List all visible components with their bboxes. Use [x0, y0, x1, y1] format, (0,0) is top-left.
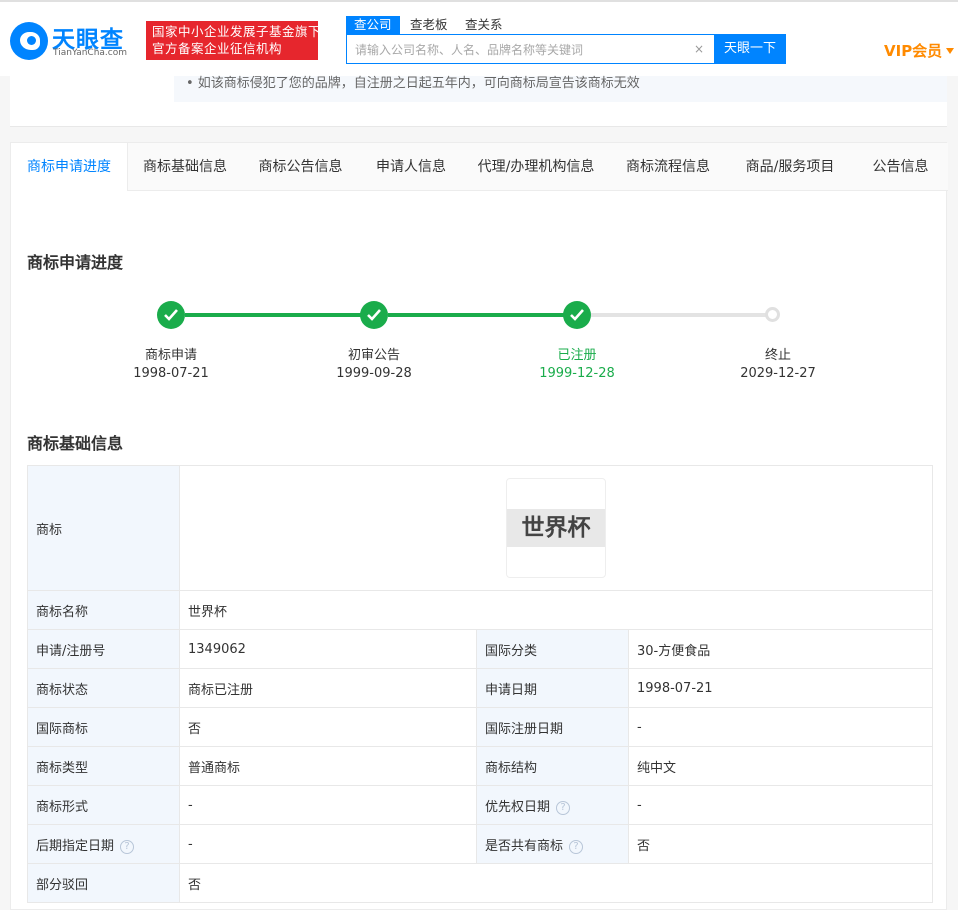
table-label: 后期指定日期 [36, 838, 115, 854]
table-label: 申请/注册号 [27, 629, 180, 669]
tab-basic-info[interactable]: 商标基础信息 [128, 143, 242, 191]
tab-process-info[interactable]: 商标流程信息 [609, 143, 727, 191]
basic-info-title: 商标基础信息 [27, 434, 124, 453]
table-value: 否 [628, 824, 933, 864]
check-icon [157, 301, 185, 329]
pending-dot-icon [765, 307, 780, 322]
search-button[interactable]: 天眼一下 [714, 34, 786, 64]
progress-track-1 [185, 313, 361, 317]
table-label: 申请日期 [476, 668, 629, 708]
table-label: 商标类型 [27, 746, 180, 786]
table-label: 部分驳回 [27, 863, 180, 903]
tab-progress[interactable]: 商标申请进度 [11, 143, 128, 191]
slogan-banner: 国家中小企业发展子基金旗下 官方备案企业征信机构 [146, 21, 322, 60]
vip-label: VIP会员 [884, 42, 943, 60]
trademark-image[interactable]: 世界杯 [506, 478, 606, 578]
caret-down-icon [946, 48, 955, 54]
table-value: 纯中文 [628, 746, 933, 786]
table-value: 否 [179, 707, 477, 747]
search-box: × [346, 34, 715, 64]
notice-card: • 如该商标侵犯了您的品牌，自注册之日起五年内，可向商标局宣告该商标无效 [10, 76, 947, 127]
top-header: 天眼查 TianYanCha.com 国家中小企业发展子基金旗下 官方备案企业征… [0, 0, 958, 76]
search-tab-company[interactable]: 查公司 [346, 16, 400, 34]
tab-notices[interactable]: 公告信息 [853, 143, 948, 191]
tab-agency-info[interactable]: 代理/办理机构信息 [463, 143, 609, 191]
table-label: 优先权日期 [485, 799, 551, 815]
table-row: 商标类型 普通商标 商标结构 纯中文 [27, 746, 933, 786]
step-label-apply: 商标申请 [144, 348, 197, 363]
logo-icon [10, 22, 48, 60]
help-icon[interactable]: ? [556, 800, 571, 815]
trademark-image-text: 世界杯 [521, 515, 591, 541]
search-tab-relation[interactable]: 查关系 [457, 16, 511, 34]
main-card: 商标申请进度 商标基础信息 商标公告信息 申请人信息 代理/办理机构信息 商标流… [10, 142, 948, 910]
section-tabs: 商标申请进度 商标基础信息 商标公告信息 申请人信息 代理/办理机构信息 商标流… [11, 143, 948, 191]
vip-menu[interactable]: VIP会员 [884, 40, 955, 61]
help-icon[interactable]: ? [569, 839, 584, 854]
step-label-registered: 已注册 [557, 348, 597, 363]
table-value: 30-方便食品 [628, 629, 933, 669]
table-row: 部分驳回 否 [27, 863, 933, 903]
table-value: 否 [179, 863, 933, 903]
progress-title: 商标申请进度 [27, 253, 124, 272]
table-row: 商标状态 商标已注册 申请日期 1998-07-21 [27, 668, 933, 708]
progress-track-3 [591, 313, 772, 317]
table-row: 商标形式 - 优先权日期? - [27, 785, 933, 825]
check-icon [563, 301, 591, 329]
table-value: 世界杯 [179, 590, 933, 630]
tab-announcement-info[interactable]: 商标公告信息 [242, 143, 359, 191]
table-value: - [628, 785, 933, 825]
step-date-termination: 2029-12-27 [740, 366, 816, 381]
step-label-preliminary: 初审公告 [347, 348, 400, 363]
tab-applicant-info[interactable]: 申请人信息 [359, 143, 463, 191]
table-label: 商标名称 [27, 590, 180, 630]
table-label-with-help: 是否共有商标? [476, 824, 629, 864]
progress-track-2 [388, 313, 564, 317]
tab-goods-services[interactable]: 商品/服务项目 [727, 143, 853, 191]
table-row: 申请/注册号 1349062 国际分类 30-方便食品 [27, 629, 933, 669]
logo-domain: TianYanCha.com [53, 48, 128, 58]
step-date-preliminary: 1999-09-28 [336, 366, 412, 381]
clear-icon[interactable]: × [694, 42, 704, 56]
table-label: 是否共有商标 [485, 838, 564, 854]
basic-info-table: 商标 世界杯 商标名称 世界杯 申请/注册号 1349062 国际分类 30-方… [27, 465, 933, 903]
table-value: - [628, 707, 933, 747]
slogan-line-2: 官方备案企业征信机构 [152, 41, 283, 56]
table-value: - [179, 785, 477, 825]
table-value: 普通商标 [179, 746, 477, 786]
check-icon [360, 301, 388, 329]
table-value: - [179, 824, 477, 864]
table-row: 商标 世界杯 [27, 465, 933, 591]
table-label: 国际分类 [476, 629, 629, 669]
help-icon[interactable]: ? [120, 839, 135, 854]
table-value: 商标已注册 [179, 668, 477, 708]
table-label: 商标结构 [476, 746, 629, 786]
table-label: 国际注册日期 [476, 707, 629, 747]
table-label: 国际商标 [27, 707, 180, 747]
progress-timeline: 商标申请 1998-07-21 初审公告 1999-09-28 已注册 1999… [11, 293, 948, 393]
table-row: 后期指定日期? - 是否共有商标? 否 [27, 824, 933, 864]
table-label-with-help: 优先权日期? [476, 785, 629, 825]
search-tab-boss[interactable]: 查老板 [402, 16, 456, 34]
table-label: 商标状态 [27, 668, 180, 708]
logo[interactable]: 天眼查 TianYanCha.com [10, 22, 135, 62]
search-input[interactable] [355, 41, 685, 59]
table-value: 1998-07-21 [628, 668, 933, 708]
table-value: 1349062 [179, 629, 477, 669]
notice-text: • 如该商标侵犯了您的品牌，自注册之日起五年内，可向商标局宣告该商标无效 [174, 76, 947, 102]
slogan-line-1: 国家中小企业发展子基金旗下 [152, 24, 322, 39]
step-label-termination: 终止 [764, 348, 791, 363]
table-row: 国际商标 否 国际注册日期 - [27, 707, 933, 747]
table-label: 商标形式 [27, 785, 180, 825]
table-label-with-help: 后期指定日期? [27, 824, 180, 864]
step-date-registered: 1999-12-28 [539, 366, 615, 381]
table-row: 商标名称 世界杯 [27, 590, 933, 630]
step-date-apply: 1998-07-21 [133, 366, 209, 381]
trademark-image-cell: 世界杯 [179, 465, 933, 591]
table-label: 商标 [27, 465, 180, 591]
